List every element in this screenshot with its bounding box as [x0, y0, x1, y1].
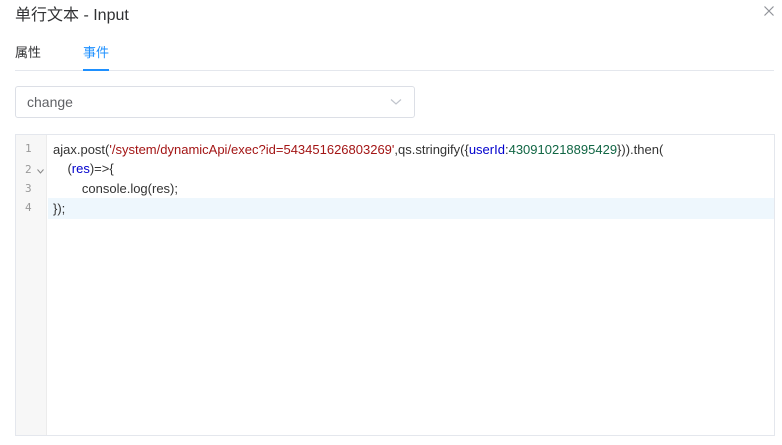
code-line: (res)=>{: [48, 158, 774, 179]
line-number: 2: [25, 163, 32, 176]
gutter-line: 2: [16, 160, 47, 181]
fold-arrow-icon[interactable]: [37, 169, 44, 174]
gutter-line: 3: [16, 179, 47, 200]
gutter-line: 1: [16, 139, 47, 160]
event-select[interactable]: change: [15, 86, 415, 118]
code-token-number: 430910218895429: [508, 142, 618, 157]
code-line: console.log(res);: [48, 178, 774, 199]
code-line-text: });: [53, 198, 65, 219]
code-line-text: (res)=>{: [53, 158, 114, 179]
code-token-plain: })).then(: [617, 142, 664, 157]
code-token-plain: ajax.post(: [53, 142, 110, 157]
line-number: 3: [25, 182, 32, 195]
line-number: 1: [25, 142, 32, 155]
code-token-plain: )=>{: [89, 161, 114, 176]
tab-bar: 属性 事件: [15, 44, 774, 71]
code-token-property: userId: [468, 142, 505, 157]
gutter-line: 4: [16, 198, 47, 219]
code-token-property: res: [71, 161, 90, 176]
code-token-plain: (: [53, 161, 72, 176]
code-token-plain: console.log(res);: [53, 181, 178, 196]
editor-gutter: 1 2 3 4: [16, 135, 47, 435]
dialog-title: 单行文本 - Input: [15, 7, 129, 24]
code-token-plain: ,qs.stringify({: [394, 142, 469, 157]
code-line-active: });: [48, 198, 774, 219]
line-number: 4: [25, 201, 32, 214]
tab-events[interactable]: 事件: [83, 44, 110, 71]
tab-properties[interactable]: 属性: [15, 44, 41, 70]
code-token-string: '/system/dynamicApi/exec?id=543451626803…: [109, 142, 395, 157]
code-token-plain: });: [53, 201, 66, 216]
event-select-value: change: [27, 94, 73, 110]
code-line-text: ajax.post('/system/dynamicApi/exec?id=54…: [53, 139, 663, 160]
code-line: ajax.post('/system/dynamicApi/exec?id=54…: [48, 139, 774, 160]
chevron-down-icon: [390, 98, 402, 106]
code-line-text: console.log(res);: [53, 178, 178, 199]
code-area[interactable]: ajax.post('/system/dynamicApi/exec?id=54…: [48, 135, 774, 435]
dialog: 单行文本 - Input 属性 事件 change 1 2 3 4 ajax.p…: [0, 0, 782, 445]
close-icon[interactable]: [761, 3, 777, 19]
code-editor[interactable]: 1 2 3 4 ajax.post('/system/dynamicApi/ex…: [15, 134, 775, 436]
